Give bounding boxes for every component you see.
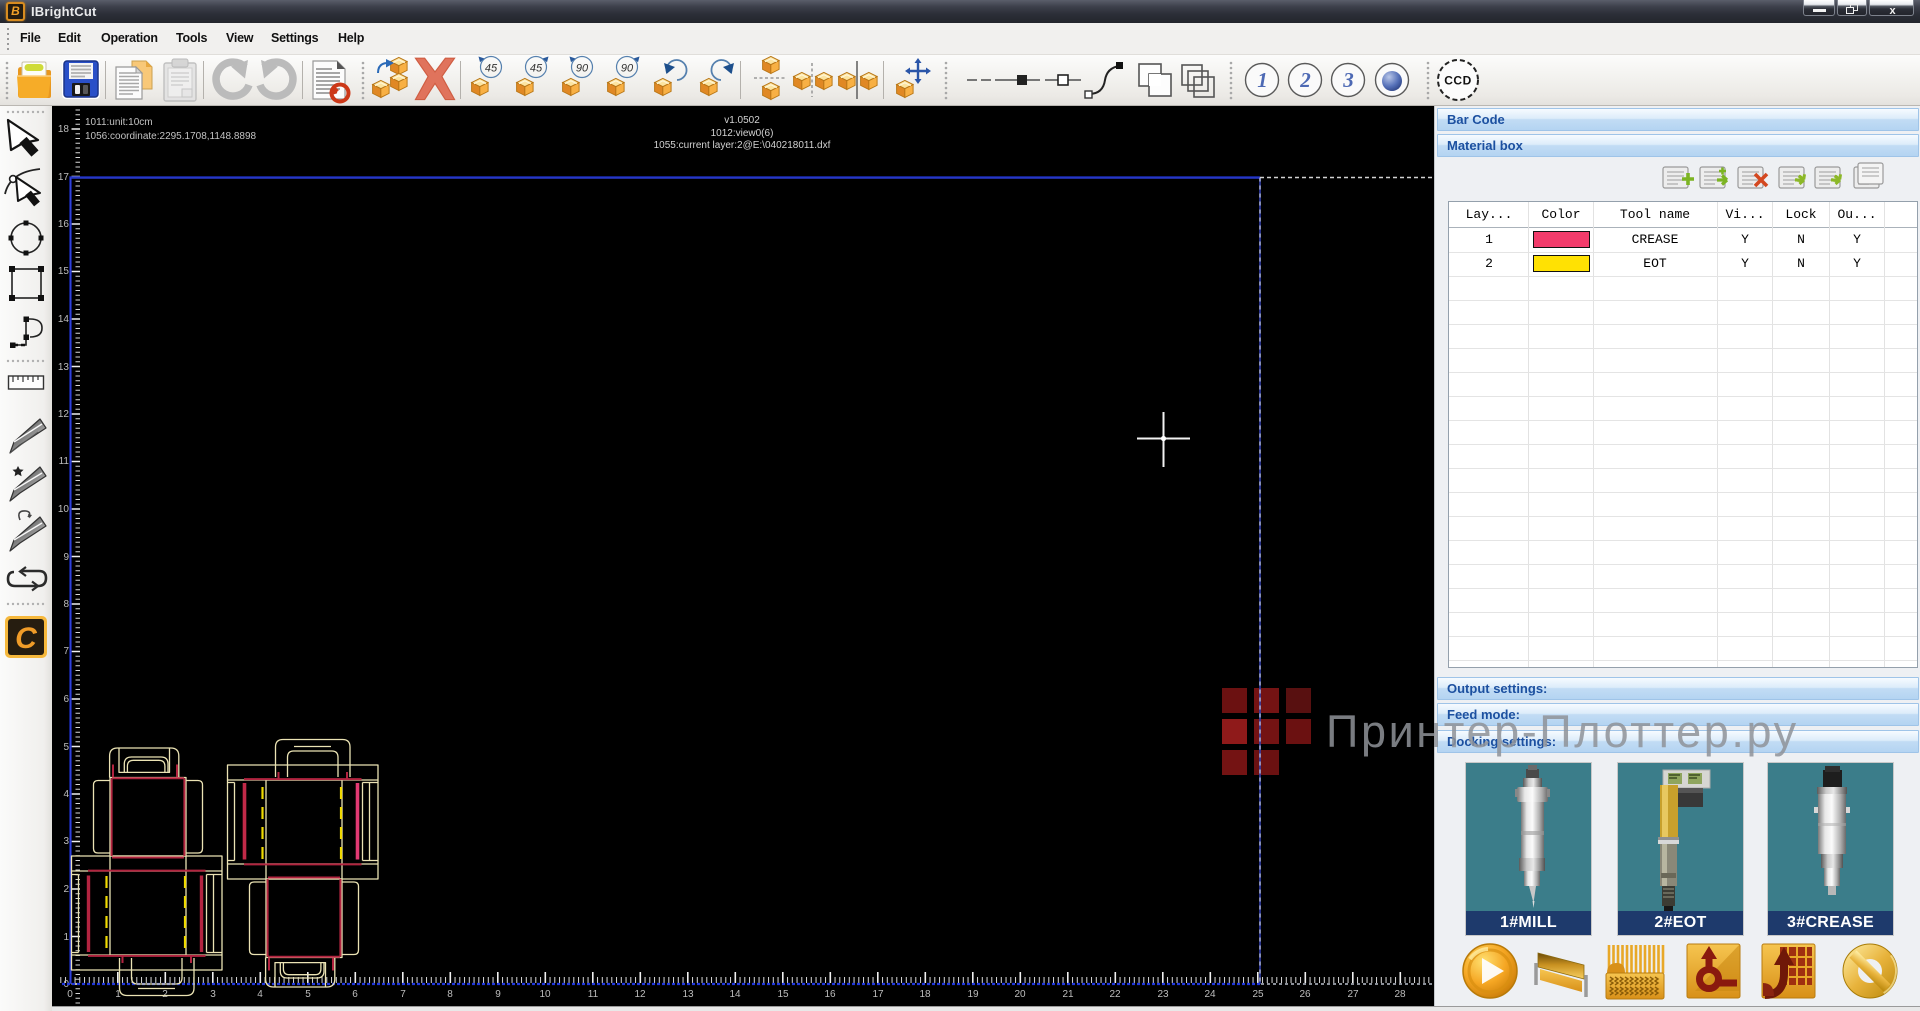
svg-text:14: 14 [729,989,741,1000]
svg-text:5: 5 [63,742,69,753]
svg-text:1055:current layer:2@E:\040218: 1055:current layer:2@E:\040218011.dxf [654,140,831,151]
svg-text:23: 23 [1157,989,1169,1000]
svg-text:45: 45 [485,63,498,75]
svg-text:10: 10 [58,504,70,515]
svg-text:7: 7 [400,989,406,1000]
svg-text:8: 8 [447,989,453,1000]
svg-text:6: 6 [63,694,69,705]
svg-text:6: 6 [352,989,358,1000]
svg-text:1012:view0(6): 1012:view0(6) [711,128,774,139]
svg-text:45: 45 [530,63,543,75]
svg-text:2: 2 [63,884,69,895]
svg-text:13: 13 [682,989,694,1000]
svg-text:0: 0 [67,989,73,1000]
svg-text:10: 10 [539,989,551,1000]
svg-text:15: 15 [777,989,789,1000]
svg-text:1056:coordinate:2295.1708,1148: 1056:coordinate:2295.1708,1148.8898 [85,131,257,142]
svg-text:13: 13 [58,362,70,373]
svg-text:12: 12 [58,409,70,420]
svg-text:11: 11 [59,456,70,467]
svg-text:CCD: CCD [1444,74,1472,88]
svg-text:16: 16 [58,219,70,230]
svg-text:26: 26 [1299,989,1311,1000]
svg-text:18: 18 [58,124,70,135]
svg-text:19: 19 [967,989,979,1000]
svg-text:1011:unit:10cm: 1011:unit:10cm [85,117,153,128]
svg-text:21: 21 [1062,989,1074,1000]
svg-text:9: 9 [63,552,69,563]
svg-text:16: 16 [824,989,836,1000]
svg-text:20: 20 [1014,989,1026,1000]
svg-text:1: 1 [1257,68,1268,92]
svg-text:3: 3 [1342,68,1354,92]
svg-text:12: 12 [634,989,646,1000]
svg-text:C: C [15,622,38,655]
svg-text:5: 5 [305,989,311,1000]
svg-text:17: 17 [58,172,70,183]
svg-text:3: 3 [63,836,69,847]
svg-text:17: 17 [872,989,884,1000]
svg-text:8: 8 [63,599,69,610]
svg-text:9: 9 [495,989,501,1000]
svg-text:14: 14 [58,314,70,325]
svg-text:24: 24 [1204,989,1216,1000]
svg-text:90: 90 [576,63,589,75]
svg-text:2: 2 [162,989,168,1000]
svg-text:3: 3 [210,989,216,1000]
svg-text:15: 15 [58,266,70,277]
svg-text:22: 22 [1109,989,1121,1000]
svg-text:7: 7 [63,646,69,657]
svg-text:25: 25 [1252,989,1264,1000]
svg-text:1: 1 [63,932,69,943]
svg-text:2: 2 [1299,68,1311,92]
svg-text:90: 90 [621,63,634,75]
svg-text:18: 18 [919,989,931,1000]
svg-text:4: 4 [257,989,263,1000]
svg-text:28: 28 [1394,989,1406,1000]
svg-text:27: 27 [1347,989,1359,1000]
svg-text:v1.0502: v1.0502 [724,115,760,126]
svg-text:11: 11 [588,989,599,1000]
svg-text:4: 4 [63,789,69,800]
